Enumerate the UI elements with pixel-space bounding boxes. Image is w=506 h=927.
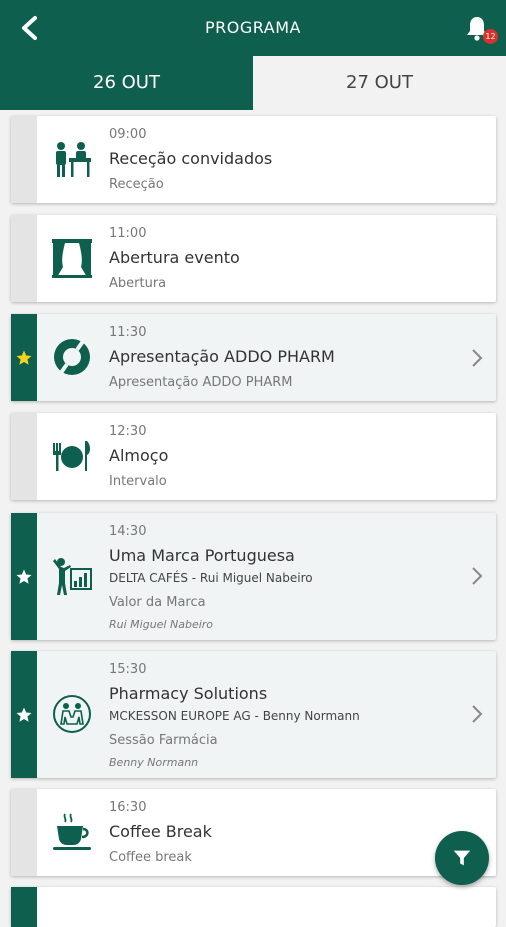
event-title: Receção convidados [109, 149, 273, 168]
event-title: Apresentação ADDO PHARM [109, 347, 335, 366]
event-card-rececao[interactable]: 09:00 Receção convidados Receção [11, 116, 496, 203]
event-title: Abertura evento [109, 248, 240, 267]
day-tabs: 26 OUT 27 OUT [0, 56, 506, 110]
event-category: Receção [109, 177, 164, 192]
presenter-chart-icon [51, 555, 93, 597]
stage-curtain-icon [51, 237, 93, 279]
people-circle-icon [51, 693, 93, 735]
event-time: 09:00 [109, 127, 147, 142]
event-card-almoco[interactable]: 12:30 Almoço Intervalo [11, 413, 496, 500]
tab-27-out[interactable]: 27 OUT [253, 56, 506, 110]
event-card-partial[interactable] [11, 887, 496, 927]
event-category: Intervalo [109, 474, 167, 489]
favorite-strip[interactable] [11, 789, 37, 876]
addo-logo-icon [51, 336, 93, 378]
event-card-delta[interactable]: 14:30 Uma Marca Portuguesa DELTA CAFÉS -… [11, 513, 496, 640]
event-speaker: Benny Normann [109, 756, 199, 769]
event-card-coffee-break[interactable]: 16:30 Coffee Break Coffee break [11, 789, 496, 876]
event-category: Sessão Farmácia [109, 733, 218, 748]
event-speaker: Rui Miguel Nabeiro [109, 618, 214, 631]
event-title: Uma Marca Portuguesa [109, 546, 295, 565]
favorite-strip[interactable] [11, 215, 37, 302]
event-title: Almoço [109, 446, 169, 465]
event-time: 11:00 [109, 226, 147, 241]
event-title: Coffee Break [109, 822, 212, 841]
event-time: 14:30 [109, 524, 147, 539]
chevron-right-icon[interactable] [470, 348, 484, 368]
filter-icon [453, 850, 471, 866]
event-time: 11:30 [109, 325, 147, 340]
favorite-strip[interactable] [11, 413, 37, 500]
favorite-strip[interactable] [11, 887, 37, 927]
event-category: Apresentação ADDO PHARM [109, 375, 293, 390]
filter-button[interactable] [435, 831, 489, 885]
plate-cutlery-icon [51, 435, 93, 477]
coffee-cup-icon [51, 811, 93, 853]
event-category: Valor da Marca [109, 595, 206, 610]
event-title: Pharmacy Solutions [109, 684, 268, 703]
favorite-strip[interactable] [11, 116, 37, 203]
event-card-addo-pharm[interactable]: 11:30 Apresentação ADDO PHARM Apresentaç… [11, 314, 496, 401]
app-header: PROGRAMA 12 [0, 0, 506, 56]
star-white-icon[interactable] [15, 706, 33, 724]
event-time: 15:30 [109, 662, 147, 677]
event-card-mckesson[interactable]: 15:30 Pharmacy Solutions MCKESSON EUROPE… [11, 651, 496, 778]
tab-26-out[interactable]: 26 OUT [0, 56, 253, 110]
event-organization: MCKESSON EUROPE AG - Benny Normann [109, 709, 360, 723]
event-time: 12:30 [109, 424, 147, 439]
event-organization: DELTA CAFÉS - Rui Miguel Nabeiro [109, 571, 313, 585]
chevron-right-icon[interactable] [470, 704, 484, 724]
star-yellow-icon[interactable] [15, 349, 33, 367]
event-category: Coffee break [109, 850, 192, 865]
chevron-right-icon[interactable] [470, 566, 484, 586]
notification-badge: 12 [483, 29, 498, 44]
event-time: 16:30 [109, 800, 147, 815]
event-card-abertura[interactable]: 11:00 Abertura evento Abertura [11, 215, 496, 302]
page-title: PROGRAMA [205, 18, 301, 37]
event-category: Abertura [109, 276, 167, 291]
reception-icon [51, 138, 93, 180]
star-white-icon[interactable] [15, 568, 33, 586]
